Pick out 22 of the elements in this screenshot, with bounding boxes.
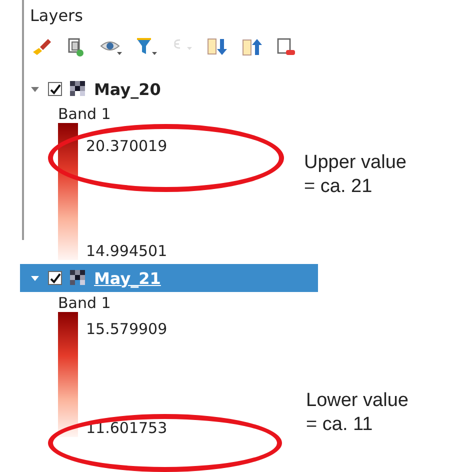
min-value: 14.994501 [86,242,168,260]
raster-layer-icon [70,81,86,97]
layer-checkbox[interactable] [48,271,62,285]
band-label: Band 1 [58,294,111,312]
collapse-all-icon[interactable] [240,37,264,57]
min-value: 11.601753 [86,419,168,437]
band-label: Band 1 [58,105,111,123]
expand-arrow-icon[interactable] [30,274,40,282]
max-value: 20.370019 [86,137,168,155]
annotation-text: Lower value = ca. 11 [306,389,408,437]
max-value: 15.579909 [86,320,168,338]
annotation-text: Upper value = ca. 21 [304,151,406,199]
filter-icon[interactable] [135,37,159,57]
raster-layer-icon [70,270,86,286]
layer-row[interactable]: May_21 [20,264,318,292]
panel-title: Layers [30,6,83,25]
layer-name[interactable]: May_20 [94,80,161,98]
layer-row[interactable]: May_20 [0,75,318,103]
layer-checkbox[interactable] [48,82,62,96]
expand-all-icon[interactable] [205,37,229,57]
expand-arrow-icon[interactable] [30,85,40,93]
layer-name[interactable]: May_21 [94,268,161,288]
